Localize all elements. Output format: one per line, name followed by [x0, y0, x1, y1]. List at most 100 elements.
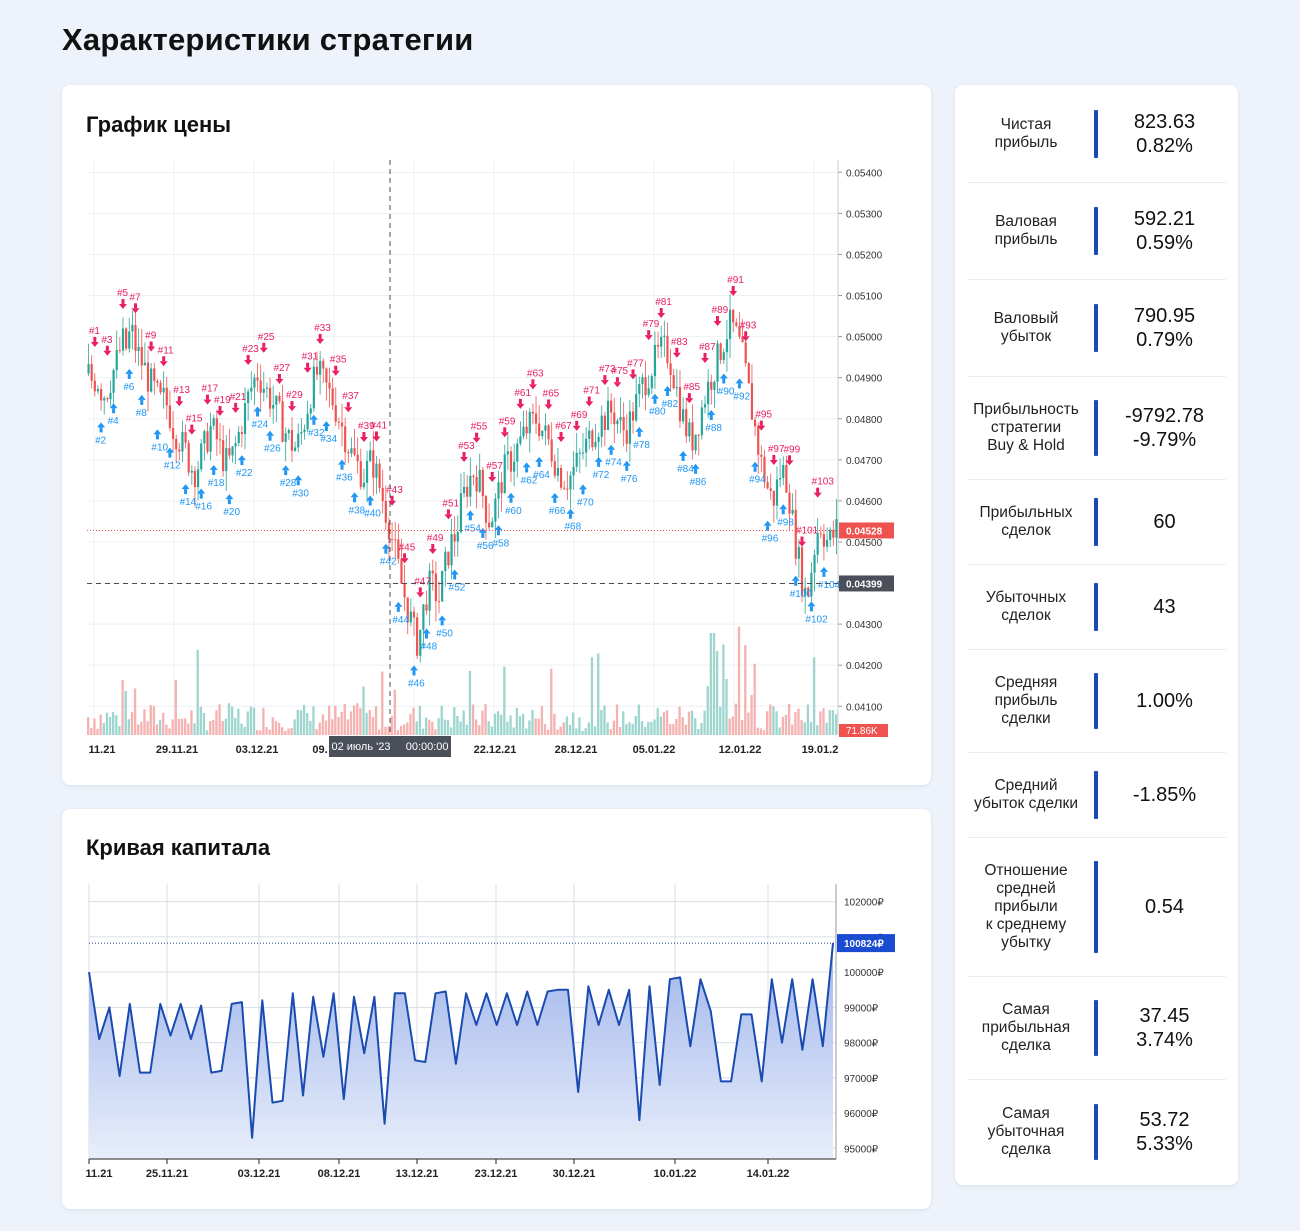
candle-body	[631, 411, 635, 421]
candle-body	[732, 309, 735, 323]
buy-arrow-icon	[522, 462, 531, 468]
candle-body	[500, 482, 503, 494]
candle-body	[99, 388, 103, 401]
volume-bar	[800, 720, 803, 735]
volume-bar	[406, 722, 409, 735]
sell-marker-label: #49	[427, 533, 444, 544]
buy-arrow-stem	[227, 499, 231, 505]
equity-chart[interactable]: 102000₽101000₽100000₽99000₽98000₽97000₽9…	[62, 809, 931, 1209]
candle-body	[290, 430, 294, 451]
volume-bar	[415, 721, 418, 735]
candle-body	[478, 469, 481, 492]
candle-body	[315, 366, 319, 375]
candle-body	[384, 501, 387, 523]
volume-bar	[205, 730, 209, 735]
buy-arrow-stem	[112, 408, 116, 414]
candle-body	[340, 422, 344, 427]
volume-bar	[665, 710, 669, 735]
volume-bar	[831, 710, 835, 735]
buy-marker-label: #36	[336, 473, 353, 484]
volume-bar	[268, 729, 271, 735]
candle-body	[513, 461, 516, 472]
price-chart[interactable]: 0.05400 0.05300 0.05200 0.05100 0.05000 0.049…	[62, 85, 931, 785]
buy-arrow-icon	[97, 422, 106, 428]
candle-body	[247, 391, 250, 404]
candle-body	[425, 604, 428, 611]
volume-bar	[659, 716, 662, 735]
sell-arrow-icon	[388, 500, 397, 506]
buy-arrow-stem	[737, 383, 741, 389]
buy-arrow-icon	[438, 615, 447, 621]
candle-body	[362, 482, 366, 488]
volume-bar	[290, 727, 293, 735]
candle-body	[835, 519, 838, 538]
stat-value: -1.85%	[1103, 783, 1226, 807]
stat-value-line: -9.79%	[1132, 429, 1197, 451]
candle-body	[168, 405, 172, 429]
volume-bar	[590, 657, 594, 735]
volume-bar	[634, 716, 637, 735]
stat-row: Средняя прибыль сделки 1.00%	[967, 650, 1226, 753]
candle-body	[688, 422, 691, 437]
volume-bar	[224, 718, 228, 735]
buy-arrow-stem	[140, 399, 144, 405]
volume-bar	[352, 705, 356, 735]
volume-bar	[465, 724, 468, 735]
sell-arrow-stem	[121, 299, 125, 305]
volume-bar	[309, 720, 312, 735]
candle-body	[779, 478, 782, 480]
buy-marker-label: #88	[705, 423, 722, 434]
candle-body	[184, 431, 187, 443]
candle-body	[240, 432, 243, 435]
buy-marker-label: #6	[123, 382, 135, 393]
stat-row: Убыточных сделок 43	[967, 565, 1226, 650]
buy-marker-label: #4	[108, 416, 120, 427]
candle-body	[622, 417, 625, 431]
candle-body	[344, 426, 347, 453]
volume-bar	[359, 707, 362, 735]
buy-arrow-stem	[637, 431, 641, 437]
buy-arrow-stem	[312, 419, 316, 425]
sell-marker-label: #27	[273, 363, 290, 374]
candle-body	[653, 344, 657, 377]
sell-arrow-icon	[359, 436, 368, 442]
y-tick-label: 0.04800	[846, 415, 883, 426]
candle-body	[494, 498, 497, 522]
stat-divider	[1094, 1103, 1098, 1160]
volume-bar	[731, 716, 734, 735]
x-tick-label: 14.01.22	[747, 1168, 790, 1180]
candle-body	[434, 573, 437, 602]
stat-value-line: -9792.78	[1125, 405, 1204, 427]
volume-bar	[672, 723, 675, 735]
sell-arrow-icon	[331, 370, 340, 376]
x-tick-label: 23.12.21	[475, 1168, 518, 1180]
stat-value-line: -1.85%	[1132, 784, 1197, 806]
buy-arrow-stem	[256, 411, 260, 417]
volume-bar	[277, 722, 281, 735]
buy-marker-label: #84	[677, 464, 694, 475]
candle-body	[90, 364, 93, 381]
buy-arrow-stem	[809, 606, 813, 612]
sell-arrow-icon	[244, 360, 253, 366]
stat-label: Прибыльных сделок	[979, 504, 1073, 539]
stat-value-line: 5.33%	[1136, 1132, 1193, 1155]
candle-body	[181, 431, 184, 452]
candle-body	[682, 409, 685, 422]
volume-bar	[553, 713, 556, 735]
volume-bar	[625, 724, 628, 735]
volume-bar	[87, 717, 90, 735]
volume-bar	[215, 710, 218, 735]
buy-arrow-icon	[266, 430, 275, 436]
volume-bar	[478, 725, 481, 735]
volume-bar	[146, 721, 149, 735]
buy-marker-label: #90	[718, 387, 735, 398]
volume-bar	[115, 715, 118, 735]
stat-row: Прибыльность стратегии Buy & Hold -9792.7…	[967, 377, 1226, 480]
stat-label: Убыточных сделок	[985, 589, 1067, 624]
candle-body	[760, 454, 763, 457]
buy-marker-label: #56	[477, 541, 494, 552]
candle-body	[638, 384, 641, 395]
candle-body	[544, 425, 547, 431]
stat-value-line: 37.45	[1139, 1005, 1190, 1027]
buy-marker-label: #2	[95, 435, 107, 446]
